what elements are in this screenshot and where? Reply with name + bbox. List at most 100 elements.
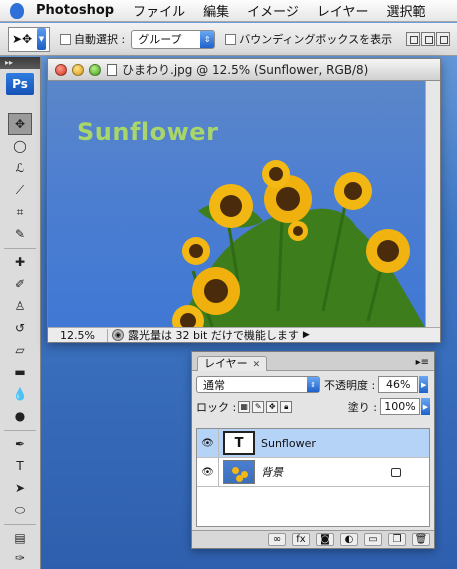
auto-select-value: グループ <box>138 33 182 46</box>
layers-panel-tabbar: レイヤー ✕ ▸≡ <box>192 352 434 371</box>
path-selection-tool[interactable]: ➤ <box>8 477 32 499</box>
panel-menu-icon[interactable]: ▸≡ <box>416 357 429 368</box>
trash-icon[interactable]: 🗑︎ <box>412 533 430 546</box>
tools-divider <box>4 524 36 525</box>
marquee-tool[interactable]: ◯ <box>8 135 32 157</box>
history-brush-tool[interactable]: ↺ <box>8 317 32 339</box>
sunflower-image <box>172 160 426 329</box>
notes-tool[interactable]: ▤ <box>8 527 32 549</box>
options-bar: ➤✥ ▼ 自動選択 : グループ ⇕ バウンディングボックスを表示 <box>0 23 457 56</box>
photoshop-logo[interactable]: Ps <box>6 73 34 95</box>
document-titlebar[interactable]: ひまわり.jpg @ 12.5% (Sunflower, RGB/8) <box>48 59 440 81</box>
tools-palette: ▸▸ Ps ✥ ◯ ℒ ⟋ ⌗ ✎ ✚ ✐ ♙ ↺ ▱ ▬ 💧 ● ✒ T ➤ … <box>0 57 41 569</box>
align-bottom-button[interactable] <box>436 32 451 46</box>
status-message: 露光量は 32 bit だけで機能します <box>128 329 299 342</box>
auto-select-dropdown[interactable]: グループ ⇕ <box>131 29 216 49</box>
apple-menu-icon[interactable] <box>0 0 34 21</box>
tab-layers[interactable]: レイヤー ✕ <box>197 356 268 371</box>
status-menu-arrow-icon[interactable]: ▶ <box>303 330 310 340</box>
bounding-box-checkbox[interactable] <box>225 33 237 45</box>
tools-divider <box>4 248 36 249</box>
dodge-tool[interactable]: ● <box>8 405 32 427</box>
eye-icon[interactable]: 👁︎ <box>197 428 219 458</box>
fill-field[interactable]: 100% <box>380 398 420 415</box>
type-tool[interactable]: T <box>8 455 32 477</box>
magic-wand-tool[interactable]: ⟋ <box>8 179 32 201</box>
auto-select-checkbox[interactable] <box>60 33 71 45</box>
link-layers-icon[interactable]: ∞ <box>268 533 286 546</box>
tools-palette-grip[interactable]: ▸▸ <box>0 57 40 69</box>
blur-tool[interactable]: 💧 <box>8 383 32 405</box>
brush-tool[interactable]: ✐ <box>8 273 32 295</box>
lock-row: ロック : ▦ ✎ ✥ 🔒︎ 塗り : 100% ▶ <box>192 398 434 415</box>
clone-stamp-tool[interactable]: ♙ <box>8 295 32 317</box>
lock-transparent-icon[interactable]: ▦ <box>238 400 251 413</box>
layer-style-icon[interactable]: fx <box>292 533 310 546</box>
status-info-icon[interactable]: ◉ <box>112 329 124 341</box>
crop-tool[interactable]: ⌗ <box>8 201 32 223</box>
layer-list: 👁︎ T Sunflower 👁︎ 背景 <box>196 428 430 527</box>
layer-name: Sunflower <box>261 436 316 450</box>
dropdown-arrows-icon: ⇕ <box>200 30 215 48</box>
menu-file[interactable]: ファイル <box>124 1 194 20</box>
eye-icon[interactable]: 👁︎ <box>197 457 219 487</box>
eyedropper-tool[interactable]: ✑ <box>8 547 32 569</box>
text-layer-thumbnail: T <box>223 431 255 455</box>
dropdown-arrows-icon: ⇕ <box>307 377 319 392</box>
lasso-tool[interactable]: ℒ <box>8 157 32 179</box>
layer-mask-icon[interactable]: ◙ <box>316 533 334 546</box>
document-statusbar: 12.5% ◉ 露光量は 32 bit だけで機能します ▶ <box>48 327 440 342</box>
gradient-tool[interactable]: ▬ <box>8 361 32 383</box>
zoom-button[interactable] <box>89 63 101 76</box>
healing-brush-tool[interactable]: ✚ <box>8 251 32 273</box>
align-top-button[interactable] <box>406 32 421 46</box>
blend-row: 通常 ⇕ 不透明度 : 46% ▶ <box>192 376 434 393</box>
menu-edit[interactable]: 編集 <box>194 1 238 20</box>
document-icon <box>107 63 117 76</box>
zoom-level[interactable]: 12.5% <box>48 328 108 342</box>
align-buttons <box>406 32 451 46</box>
chevron-down-icon[interactable]: ▼ <box>37 28 46 50</box>
layer-name: 背景 <box>261 466 283 479</box>
adjustment-layer-icon[interactable]: ◐ <box>340 533 358 546</box>
opacity-slider-arrow-icon[interactable]: ▶ <box>419 376 429 393</box>
menu-bar: Photoshop ファイル 編集 イメージ レイヤー 選択範 <box>0 0 457 22</box>
align-vcenter-button[interactable] <box>421 32 436 46</box>
close-icon[interactable]: ✕ <box>253 360 261 370</box>
app-menu[interactable]: Photoshop <box>34 3 124 18</box>
bounding-box-label: バウンディングボックスを表示 <box>239 33 393 46</box>
move-tool-icon: ➤✥ <box>12 32 33 46</box>
vertical-scrollbar[interactable] <box>425 81 440 329</box>
tab-layers-label: レイヤー <box>204 357 248 370</box>
document-window: ひまわり.jpg @ 12.5% (Sunflower, RGB/8) Sunf… <box>47 58 441 343</box>
tools-divider <box>4 430 36 431</box>
menu-image[interactable]: イメージ <box>238 1 308 20</box>
close-button[interactable] <box>55 63 67 76</box>
shape-tool[interactable]: ⬭ <box>8 499 32 521</box>
window-controls <box>55 63 101 76</box>
opacity-label: 不透明度 : <box>324 378 376 392</box>
image-canvas[interactable]: Sunflower <box>48 81 426 329</box>
menu-layer[interactable]: レイヤー <box>308 1 378 20</box>
layer-row-sunflower[interactable]: 👁︎ T Sunflower <box>197 428 429 458</box>
new-group-icon[interactable]: ▭ <box>364 533 382 546</box>
minimize-button[interactable] <box>72 63 84 76</box>
lock-image-icon[interactable]: ✎ <box>252 400 265 413</box>
pen-tool[interactable]: ✒ <box>8 433 32 455</box>
blend-mode-dropdown[interactable]: 通常 ⇕ <box>196 376 320 393</box>
slice-tool[interactable]: ✎ <box>8 223 32 245</box>
fill-label: 塗り : <box>347 400 377 414</box>
tool-preset-picker[interactable]: ➤✥ ▼ <box>8 26 50 52</box>
auto-select-label: 自動選択 : <box>74 33 126 46</box>
document-title: ひまわり.jpg @ 12.5% (Sunflower, RGB/8) <box>122 63 369 77</box>
opacity-field[interactable]: 46% <box>378 376 419 393</box>
menu-select[interactable]: 選択範 <box>378 1 435 20</box>
move-tool[interactable]: ✥ <box>8 113 32 135</box>
fill-slider-arrow-icon[interactable]: ▶ <box>421 398 430 415</box>
image-layer-thumbnail <box>223 460 255 484</box>
new-layer-icon[interactable]: ❐ <box>388 533 406 546</box>
eraser-tool[interactable]: ▱ <box>8 339 32 361</box>
lock-all-icon[interactable]: 🔒︎ <box>280 400 293 413</box>
layer-row-background[interactable]: 👁︎ 背景 <box>197 457 429 487</box>
lock-position-icon[interactable]: ✥ <box>266 400 279 413</box>
